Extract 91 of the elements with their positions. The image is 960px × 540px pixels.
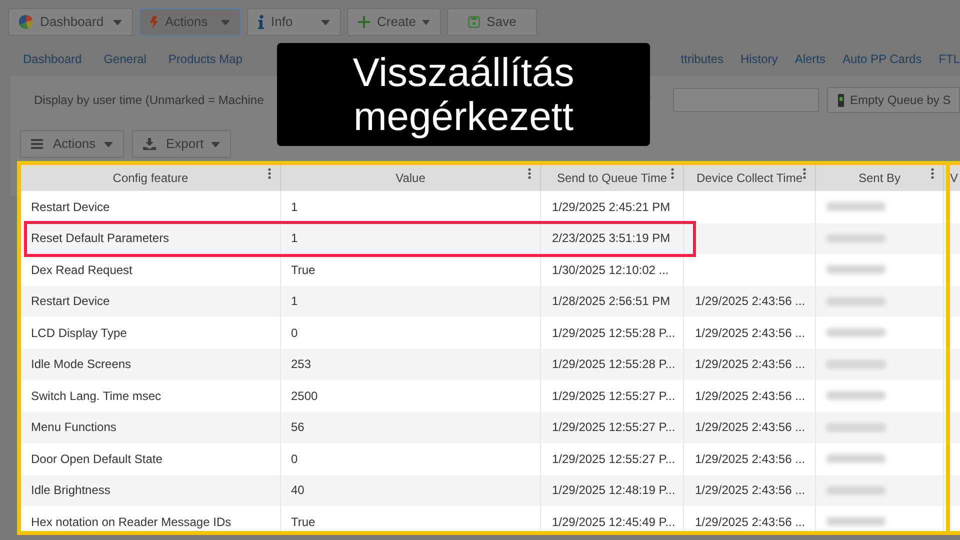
table-cell-text: 1/29/2025 12:45:49 P... [552, 514, 676, 531]
table-cell-text: Dex Read Request [31, 262, 132, 279]
toolbar-button[interactable]: Save [447, 8, 537, 36]
table-cell-text: 1/29/2025 12:55:28 P... [552, 324, 676, 342]
table-cell-text: LCD Display Type [31, 324, 127, 342]
redacted-text [826, 360, 886, 369]
table-cell-text: Restart Device [31, 293, 110, 310]
table-cell-text: 1 [291, 293, 298, 310]
table-cell-text: 253 [291, 356, 312, 374]
table-cell-text: 1/28/2025 2:56:51 PM [552, 293, 670, 310]
toolbar-button[interactable]: Info [247, 8, 341, 36]
callout-banner: Visszaállítás megérkezett [277, 43, 650, 146]
table-cell-text: Idle Mode Screens [31, 356, 132, 374]
plus-icon [358, 16, 370, 28]
table-cell-text: 1/29/2025 12:55:27 P... [552, 450, 676, 468]
save-icon [468, 16, 480, 28]
column-menu-icon[interactable] [268, 168, 271, 179]
download-icon [143, 138, 156, 150]
caret-icon [104, 142, 113, 146]
column-menu-icon[interactable] [931, 168, 934, 179]
table-cell-text: 1/30/2025 12:10:02 ... [552, 262, 669, 279]
column-header[interactable]: Device Collect Time [696, 169, 803, 187]
table-cell-text: Switch Lang. Time msec [31, 388, 162, 405]
tab-link[interactable]: Alerts [794, 50, 826, 68]
toolbar-button[interactable]: Create [347, 8, 441, 36]
table-cell-text: True [291, 262, 316, 279]
table-cell-text: 1/29/2025 2:43:56 ... [695, 482, 806, 500]
tab-link[interactable]: ttributes [680, 50, 724, 68]
redacted-text [826, 265, 886, 274]
table-cell-text: True [291, 514, 316, 531]
redacted-text [826, 486, 886, 495]
table-cell-text: Hex notation on Reader Message IDs [31, 514, 232, 531]
column-header[interactable]: V [950, 169, 958, 187]
tab-link[interactable]: Dashboard [23, 50, 82, 68]
empty-queue-button[interactable]: Empty Queue by S [827, 87, 960, 113]
table-cell-text: 40 [291, 482, 304, 500]
pie-chart-icon [19, 15, 33, 29]
table-cell-text: 1/29/2025 2:45:21 PM [552, 198, 670, 216]
tab-link[interactable]: History [740, 50, 778, 68]
column-header[interactable]: Sent By [858, 169, 901, 187]
info-icon [258, 15, 264, 29]
toolbar-button[interactable]: Dashboard [8, 8, 133, 36]
table-cell-text: 1/29/2025 2:43:56 ... [695, 450, 806, 468]
redacted-text [826, 328, 886, 338]
table-cell-text: Menu Functions [31, 419, 116, 436]
column-header[interactable]: Value [396, 169, 426, 187]
redacted-text [826, 296, 886, 306]
table-cell-text: Restart Device [31, 198, 110, 216]
redacted-text [826, 517, 886, 526]
redacted-text [826, 422, 886, 432]
toolbar-button[interactable]: Actions [139, 8, 241, 36]
lightning-icon [150, 16, 158, 28]
table-cell-text: Door Open Default State [31, 450, 162, 468]
table-cell-text: 0 [291, 450, 298, 468]
table-cell-text: 1/29/2025 2:43:56 ... [695, 419, 806, 436]
tab-link[interactable]: General [104, 50, 146, 68]
table-cell-text: 1 [291, 230, 298, 248]
table-cell-text: 1/29/2025 2:43:56 ... [695, 356, 806, 374]
table-cell-text: 2/23/2025 3:51:19 PM [552, 230, 670, 248]
table-cell-text: 1/29/2025 12:55:27 P... [552, 388, 676, 405]
grid-menu-button[interactable]: Export [132, 130, 231, 158]
column-menu-icon[interactable] [528, 168, 531, 179]
redacted-text [826, 202, 886, 212]
caret-icon [211, 142, 220, 146]
tab-link[interactable]: Products Map [168, 50, 242, 68]
table-cell-text: 2500 [291, 388, 318, 405]
column-header[interactable]: Send to Queue Time [556, 169, 668, 187]
table-cell-text: 1/29/2025 2:43:56 ... [695, 388, 806, 405]
table-cell-text: 1 [291, 198, 298, 216]
table-cell-text: 1/29/2025 12:55:28 P... [552, 356, 676, 374]
column-header[interactable]: Config feature [112, 169, 188, 187]
table-cell-text: Idle Brightness [31, 482, 110, 500]
table-cell-text: 1/29/2025 12:48:19 P... [552, 482, 676, 500]
tab-link[interactable]: FTL [938, 50, 960, 68]
tab-link[interactable]: Auto PP Cards [842, 50, 922, 68]
grid-menu-button[interactable]: Actions [20, 130, 124, 158]
column-menu-icon[interactable] [803, 168, 806, 179]
table-cell-text: 1/29/2025 2:43:56 ... [695, 324, 806, 342]
column-menu-icon[interactable] [671, 168, 674, 179]
redacted-text [826, 454, 886, 464]
table-cell-text: 56 [291, 419, 304, 436]
table-cell-text: Reset Default Parameters [31, 230, 170, 248]
filter-label: Display by user time (Unmarked = Machine [34, 93, 264, 107]
phone-icon [838, 94, 844, 106]
table-cell-text: 0 [291, 324, 298, 342]
table-cell-text: 1/29/2025 2:43:56 ... [695, 514, 806, 531]
menu-icon [31, 139, 43, 149]
redacted-text [826, 391, 886, 400]
redacted-text [826, 234, 886, 243]
table-cell-text: 1/29/2025 12:55:27 P... [552, 419, 676, 436]
table-cell-text: 1/29/2025 2:43:56 ... [695, 293, 806, 310]
